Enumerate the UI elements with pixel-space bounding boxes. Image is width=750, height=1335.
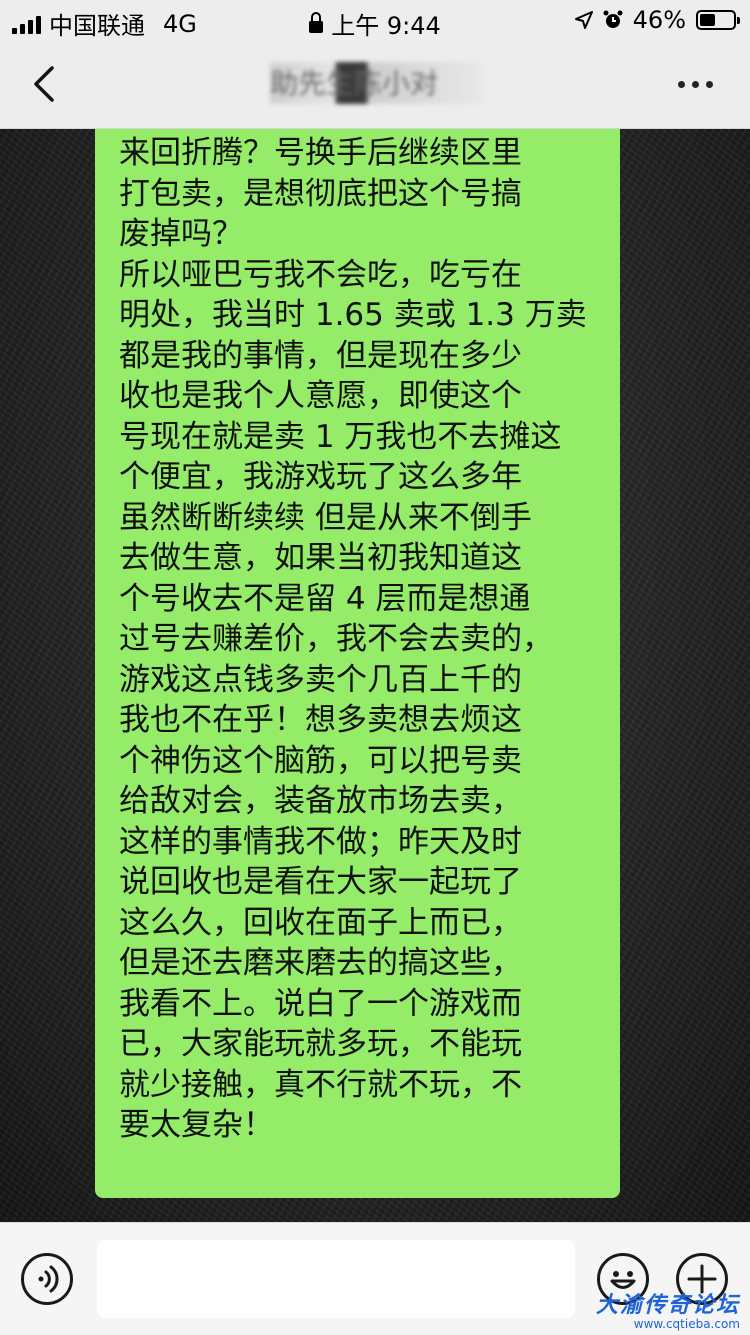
more-dots-icon (678, 80, 685, 88)
chat-title: 助先生陈小对 (270, 62, 482, 104)
status-bar-right: 46% (574, 6, 740, 34)
chevron-left-icon (34, 66, 54, 102)
lock-icon (309, 12, 324, 33)
message-bubble[interactable]: 来回折腾？号换手后继续区里 打包卖，是想彻底把这个号搞 废掉吗？ 所以哑巴亏我不… (95, 129, 620, 1198)
watermark-url: www.cqtieba.com (633, 1317, 740, 1331)
chat-area[interactable]: 来回折腾？号换手后继续区里 打包卖，是想彻底把这个号搞 废掉吗？ 所以哑巴亏我不… (0, 129, 750, 1222)
alarm-icon (603, 10, 623, 28)
message-input[interactable] (97, 1240, 575, 1318)
input-bar: 大渝传奇论坛 www.cqtieba.com (0, 1222, 750, 1335)
more-button[interactable] (678, 70, 718, 98)
battery-percent: 46% (632, 6, 686, 34)
battery-icon (696, 10, 740, 30)
message-text: 来回折腾？号换手后继续区里 打包卖，是想彻底把这个号搞 废掉吗？ 所以哑巴亏我不… (119, 135, 587, 1143)
watermark: 大渝传奇论坛 www.cqtieba.com (596, 1287, 740, 1331)
back-button[interactable] (24, 60, 68, 108)
chat-header: 助先生陈小对 (0, 40, 750, 129)
voice-button[interactable] (21, 1253, 73, 1305)
location-icon (574, 11, 593, 29)
time-label: 上午 9:44 (331, 12, 441, 40)
status-bar: 中国联通 4G 上午 9:44 46% (0, 0, 750, 40)
watermark-title: 大渝传奇论坛 (595, 1292, 740, 1318)
voice-icon (38, 1265, 59, 1293)
